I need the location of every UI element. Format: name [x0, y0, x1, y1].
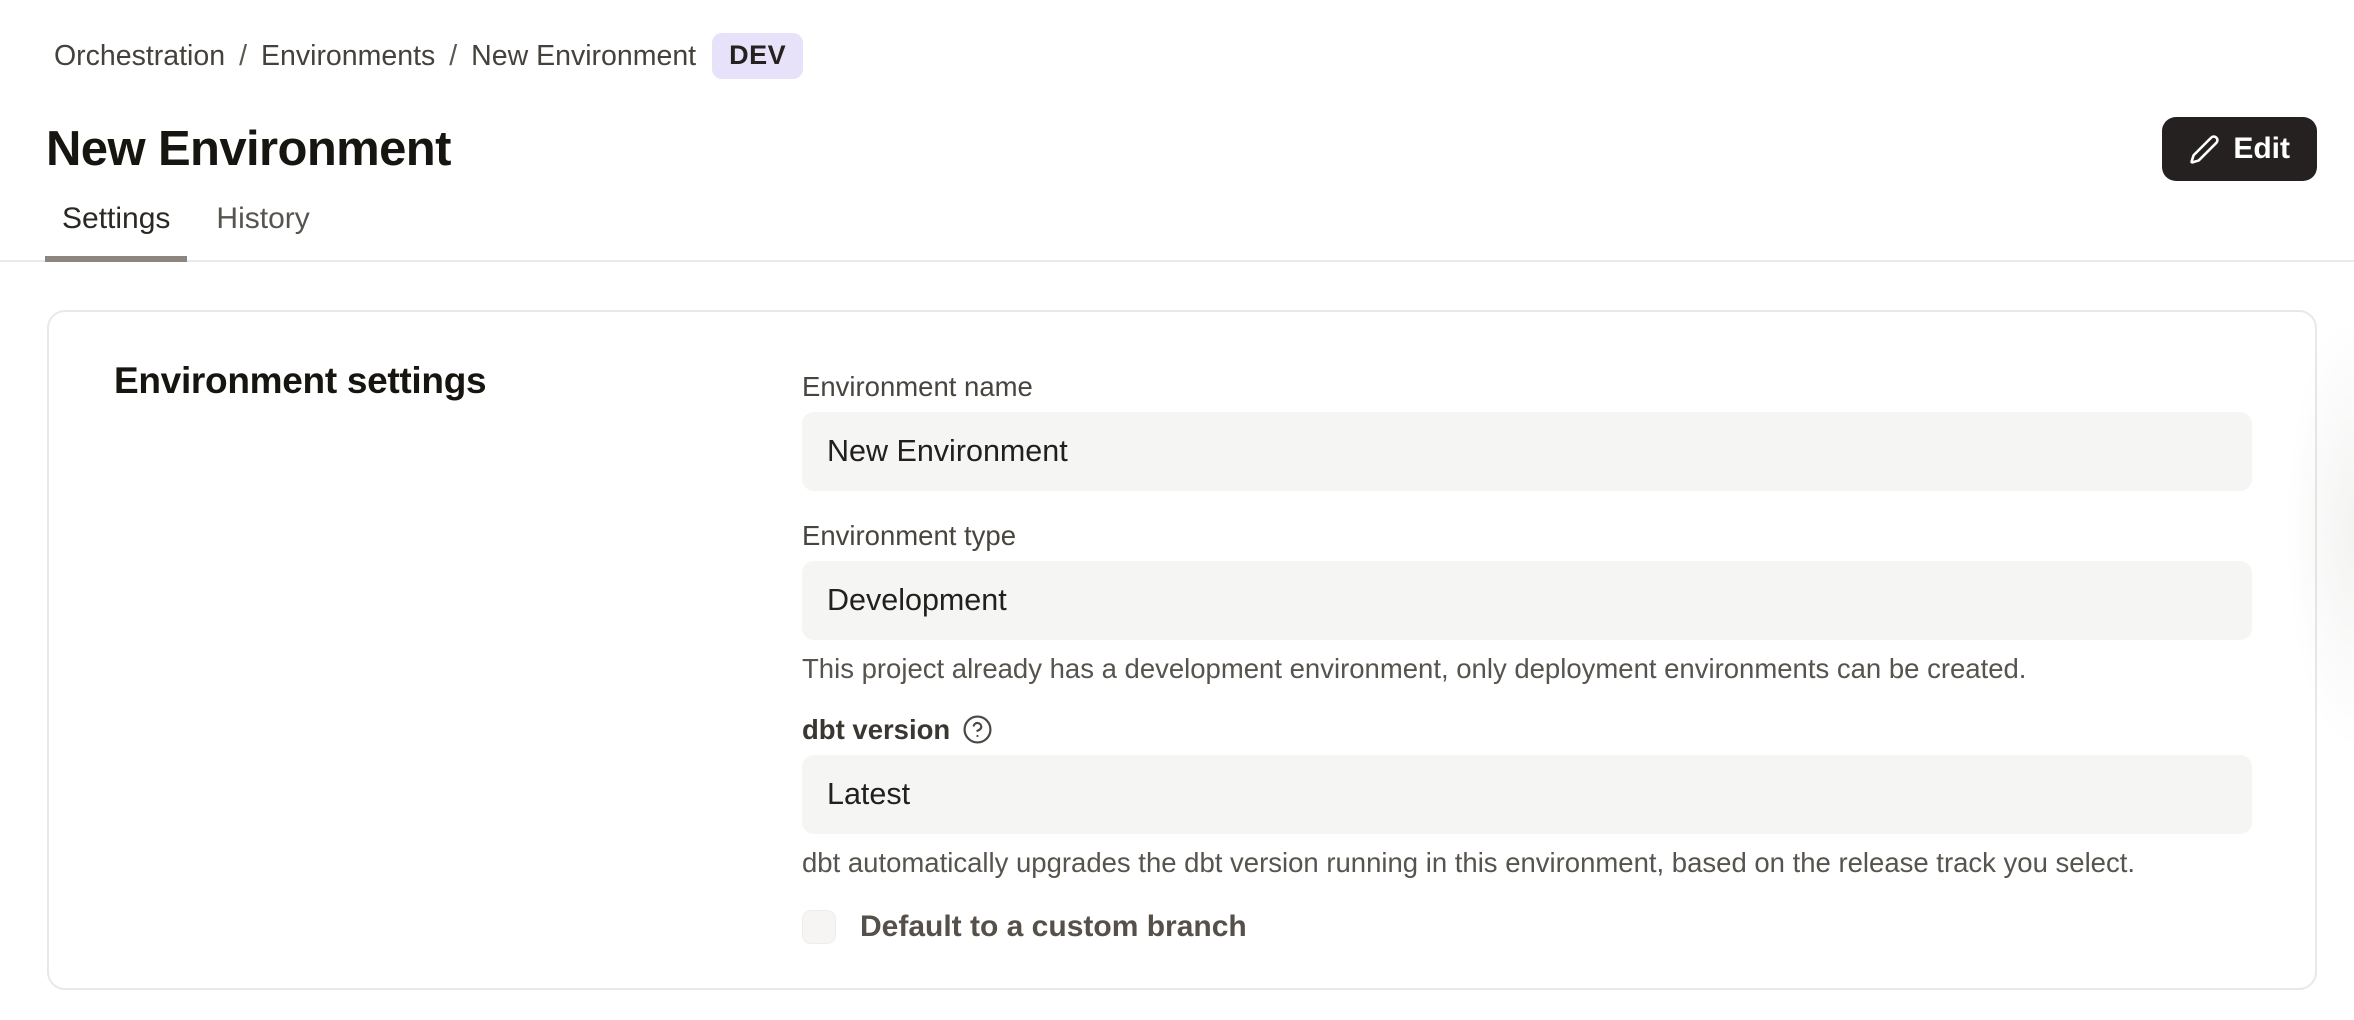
custom-branch-checkbox[interactable] [802, 910, 836, 944]
breadcrumb: Orchestration / Environments / New Envir… [54, 33, 2354, 79]
environment-type-label: Environment type [802, 521, 2252, 551]
custom-branch-label: Default to a custom branch [860, 910, 1247, 944]
tab-settings[interactable]: Settings [45, 203, 187, 262]
dbt-version-helper-text: dbt automatically upgrades the dbt versi… [802, 848, 2252, 878]
tab-history[interactable]: History [199, 203, 326, 262]
tab-bar: Settings History [0, 203, 2354, 262]
environment-settings-form: Environment name New Environment Environ… [802, 372, 2252, 944]
edit-button[interactable]: Edit [2162, 117, 2317, 181]
pencil-icon [2189, 134, 2220, 165]
environment-name-label: Environment name [802, 372, 2252, 402]
edit-button-label: Edit [2233, 132, 2290, 166]
environment-name-input[interactable]: New Environment [802, 412, 2252, 491]
environment-settings-card: Environment settings Environment name Ne… [47, 310, 2317, 990]
custom-branch-row: Default to a custom branch [802, 910, 2252, 944]
page-header: New Environment Edit [46, 117, 2317, 181]
dbt-version-label: dbt version [802, 714, 2252, 745]
field-environment-name: Environment name New Environment [802, 372, 2252, 491]
field-environment-type: Environment type Development This projec… [802, 521, 2252, 684]
breadcrumb-separator: / [449, 37, 457, 75]
dbt-version-input[interactable]: Latest [802, 755, 2252, 834]
environment-type-input[interactable]: Development [802, 561, 2252, 640]
environment-settings-page: Orchestration / Environments / New Envir… [0, 33, 2354, 1020]
section-heading: Environment settings [114, 360, 486, 402]
breadcrumb-environments[interactable]: Environments [261, 37, 435, 75]
breadcrumb-new-environment[interactable]: New Environment [471, 37, 696, 75]
breadcrumb-orchestration[interactable]: Orchestration [54, 37, 225, 75]
field-dbt-version: dbt version Latest dbt automatically upg… [802, 714, 2252, 878]
page-title: New Environment [46, 121, 451, 177]
environment-dev-badge: DEV [712, 33, 803, 79]
help-circle-icon[interactable] [962, 714, 993, 745]
breadcrumb-separator: / [239, 37, 247, 75]
dbt-version-label-text: dbt version [802, 715, 950, 745]
environment-type-helper-text: This project already has a development e… [802, 654, 2252, 684]
